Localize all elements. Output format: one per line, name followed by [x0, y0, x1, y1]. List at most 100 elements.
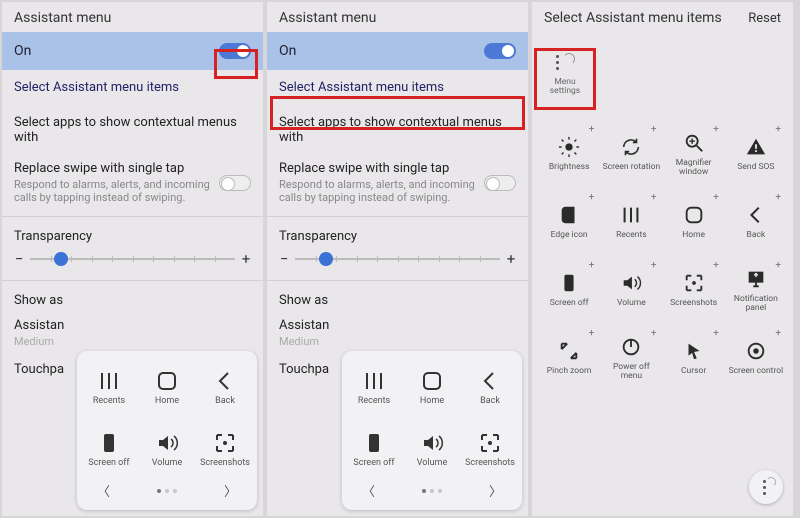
pager-next[interactable]: 〉 [224, 481, 237, 500]
grid-item-power[interactable]: +Power off menu [600, 326, 662, 390]
plus-icon[interactable]: + [506, 250, 516, 268]
minus-icon[interactable]: − [14, 250, 24, 268]
recents-icon [97, 369, 121, 393]
popup-item-home[interactable]: Home [139, 357, 195, 417]
volume-icon [420, 431, 444, 455]
page-title: Assistant menu [267, 2, 528, 32]
assistant-plus-label[interactable]: Assistan [267, 310, 528, 335]
transparency-label: Transparency [279, 221, 516, 250]
home-icon [420, 369, 444, 393]
popup-item-recents[interactable]: Recents [346, 357, 402, 417]
grid-item-home[interactable]: +Home [663, 190, 725, 254]
reset-button[interactable]: Reset [748, 11, 781, 26]
slider-track[interactable] [30, 258, 235, 260]
grid-item-control[interactable]: +Screen control [725, 326, 787, 390]
popup-item-recents[interactable]: Recents [81, 357, 137, 417]
replace-swipe-sub: Respond to alarms, alerts, and incoming … [279, 178, 484, 204]
grid-item-pinch[interactable]: +Pinch zoom [538, 326, 600, 390]
master-toggle-row[interactable]: On [267, 32, 528, 70]
transparency-slider[interactable]: − + [14, 250, 251, 268]
pager-prev[interactable]: 〈 [97, 481, 110, 500]
popup-item-screenshots[interactable]: Screenshots [462, 419, 518, 479]
back-icon [478, 369, 502, 393]
sos-icon [745, 136, 767, 158]
assistant-plus-label[interactable]: Assistan [2, 310, 263, 335]
grid-item-recents[interactable]: +Recents [600, 190, 662, 254]
transparency-label: Transparency [14, 221, 251, 250]
pager-prev[interactable]: 〈 [362, 481, 375, 500]
plus-icon[interactable]: + [241, 250, 251, 268]
replace-swipe-row[interactable]: Replace swipe with single tap Respond to… [267, 153, 528, 212]
grid-item-brightness[interactable]: +Brightness [538, 122, 600, 186]
popup-item-volume[interactable]: Volume [404, 419, 460, 479]
grid-item-notif[interactable]: + Notification panel [725, 258, 787, 322]
cursor-icon [683, 340, 705, 362]
screenshot-icon [683, 272, 705, 294]
grid-item-volume[interactable]: +Volume [600, 258, 662, 322]
select-assistant-items-link[interactable]: Select Assistant menu items [2, 70, 263, 105]
replace-swipe-switch[interactable] [484, 175, 516, 191]
toggle-label: On [14, 43, 31, 59]
minus-icon[interactable]: − [279, 250, 289, 268]
popup-item-screenoff[interactable]: Screen off [346, 419, 402, 479]
grid-item-label: Screen control [729, 367, 784, 376]
replace-swipe-row[interactable]: Replace swipe with single tap Respond to… [2, 153, 263, 212]
add-icon: + [713, 260, 719, 271]
replace-swipe-label: Replace swipe with single tap [14, 161, 219, 176]
replace-swipe-switch[interactable] [219, 175, 251, 191]
toggle-switch-on[interactable] [219, 43, 251, 59]
popup-pager: 〈 〉 [346, 479, 518, 500]
pager-next[interactable]: 〉 [489, 481, 502, 500]
page-title: Assistant menu [2, 2, 263, 32]
grid-item-screenoff[interactable]: +Screen off [538, 258, 600, 322]
menu-settings-item[interactable]: Menu settings [541, 52, 589, 95]
grid-item-label: Edge icon [551, 231, 588, 240]
slider-thumb[interactable] [54, 252, 68, 266]
grid-item-edge[interactable]: + Edge icon [538, 190, 600, 254]
grid-item-cursor[interactable]: +Cursor [663, 326, 725, 390]
slider-thumb[interactable] [319, 252, 333, 266]
grid-item-rotation[interactable]: +Screen rotation [600, 122, 662, 186]
assistant-popup[interactable]: Recents Home Back Screen off Volume Scre… [342, 351, 522, 510]
add-icon: + [713, 124, 719, 135]
select-apps-link[interactable]: Select apps to show contextual menus wit… [2, 105, 263, 153]
add-icon: + [775, 260, 781, 271]
popup-item-screenoff[interactable]: Screen off [81, 419, 137, 479]
show-as-label: Show as [267, 285, 528, 310]
grid-item-label: Recents [616, 231, 647, 240]
home-icon [155, 369, 179, 393]
menu-settings-label: Menu settings [541, 78, 589, 95]
assistant-fab[interactable] [749, 470, 783, 504]
grid-item-label: Power off menu [602, 363, 660, 381]
popup-item-screenshots[interactable]: Screenshots [197, 419, 253, 479]
popup-item-volume[interactable]: Volume [139, 419, 195, 479]
screenshot-icon [478, 431, 502, 455]
transparency-row: Transparency − + [267, 221, 528, 276]
add-icon: + [589, 192, 595, 203]
select-assistant-items-link[interactable]: Select Assistant menu items [267, 70, 528, 105]
divider [267, 216, 528, 217]
volume-icon [155, 431, 179, 455]
grid-item-screenshot[interactable]: + Screenshots [663, 258, 725, 322]
grid-item-back[interactable]: +Back [725, 190, 787, 254]
grid-item-magnifier[interactable]: +Magnifier window [663, 122, 725, 186]
slider-track[interactable] [295, 258, 500, 260]
replace-swipe-sub: Respond to alarms, alerts, and incoming … [14, 178, 219, 204]
popup-item-home[interactable]: Home [404, 357, 460, 417]
popup-item-back[interactable]: Back [462, 357, 518, 417]
grid-item-label: Notification panel [727, 295, 785, 313]
grid-item-sos[interactable]: +Send SOS [725, 122, 787, 186]
grid-item-label: Screenshots [670, 299, 717, 308]
select-apps-label: Select apps to show contextual menus wit… [14, 115, 251, 145]
master-toggle-row[interactable]: On [2, 32, 263, 70]
popup-item-back[interactable]: Back [197, 357, 253, 417]
transparency-row: Transparency − + [2, 221, 263, 276]
toggle-switch-on[interactable] [484, 43, 516, 59]
screenshot-icon [213, 431, 237, 455]
assistant-popup[interactable]: Recents Home Back Screen off Volume Scre… [77, 351, 257, 510]
select-apps-link[interactable]: Select apps to show contextual menus wit… [267, 105, 528, 153]
transparency-slider[interactable]: − + [279, 250, 516, 268]
control-icon [745, 340, 767, 362]
add-icon: + [713, 328, 719, 339]
grid-item-label: Home [682, 231, 705, 240]
